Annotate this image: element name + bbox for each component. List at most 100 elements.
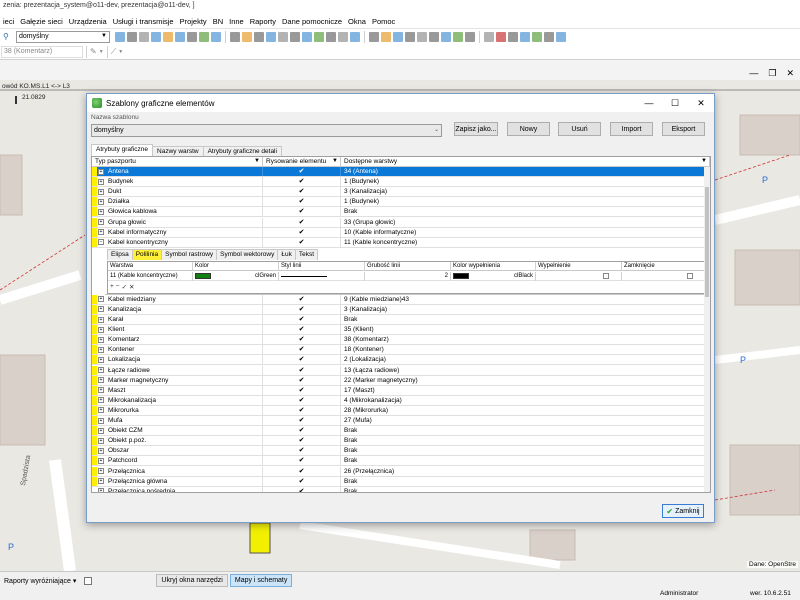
expand-icon[interactable]: + [98, 316, 104, 323]
reports-dropdown[interactable]: Raporty wyróżniające ▾ [0, 577, 80, 585]
expand-cell[interactable]: + [97, 436, 105, 445]
tool-icon[interactable] [242, 31, 252, 42]
table-row[interactable]: + Obiekt CZM ✔ Brak [92, 426, 710, 437]
checkbox-icon[interactable] [603, 273, 609, 280]
draw-checkbox[interactable]: ✔ [263, 345, 341, 355]
expand-cell[interactable]: + [97, 315, 105, 324]
tool-icon[interactable] [465, 31, 475, 42]
draw-checkbox[interactable]: ✔ [263, 237, 341, 247]
save-as-button[interactable]: Zapisz jako... [454, 122, 498, 136]
table-row[interactable]: + Mikrokanalizacja ✔ 4 (Mikrokanalizacja) [92, 395, 710, 406]
expand-icon[interactable]: + [98, 296, 104, 303]
expand-icon[interactable]: + [98, 356, 104, 363]
expand-cell[interactable]: + [97, 406, 105, 415]
layer-cell[interactable]: 1 (Budynek) [341, 177, 710, 186]
checkbox-icon[interactable] [687, 273, 693, 280]
table-row[interactable]: + Kontener ✔ 18 (Kontener) [92, 345, 710, 356]
restore-icon[interactable]: ❐ [768, 68, 776, 79]
tool-icon[interactable] [230, 31, 240, 42]
expand-icon[interactable]: + [98, 336, 104, 343]
layer-cell[interactable]: Brak [341, 477, 710, 486]
layer-cell[interactable]: 35 (Klient) [341, 325, 710, 334]
detail-tab-3[interactable]: Symbol wektorowy [216, 248, 279, 260]
layer-cell[interactable]: Brak [341, 456, 710, 465]
layer-combo[interactable]: 38 (Komentarz) [1, 45, 83, 58]
expand-cell[interactable]: + [97, 366, 105, 375]
line-icon[interactable]: ⟋ [111, 47, 117, 57]
tool-icon[interactable] [520, 31, 530, 42]
column-header-type[interactable]: Typ paszportu ▼ [92, 157, 263, 167]
tool-icon[interactable] [175, 31, 185, 42]
confirm-icon[interactable]: ✓ [122, 283, 127, 291]
layer-cell[interactable]: 3 (Kanalizacja) [341, 305, 710, 314]
menu-item-3[interactable]: Usługi i transmisje [110, 17, 177, 26]
draw-checkbox[interactable]: ✔ [263, 207, 341, 217]
menu-item-5[interactable]: BN [210, 17, 226, 26]
detail-column-header-3[interactable]: Grubość linii [365, 261, 451, 271]
expand-cell[interactable]: + [97, 386, 105, 395]
expand-icon[interactable]: + [98, 478, 104, 485]
layer-cell[interactable]: 26 (Przełącznica) [341, 467, 710, 476]
table-row[interactable]: + Głowica kablowa ✔ Brak [92, 207, 710, 218]
expand-cell[interactable]: + [97, 177, 105, 186]
cancel-icon[interactable]: ✕ [129, 283, 134, 291]
tool-icon[interactable] [127, 31, 137, 42]
expand-cell[interactable]: + [97, 218, 105, 227]
tool-icon[interactable] [151, 31, 161, 42]
layer-cell[interactable]: 10 (Kable informatyczne) [341, 228, 710, 237]
tool-icon[interactable] [314, 31, 324, 42]
layer-cell[interactable]: Brak [341, 207, 710, 216]
draw-checkbox[interactable]: ✔ [263, 365, 341, 375]
table-row[interactable]: + Patchcord ✔ Brak [92, 456, 710, 467]
checkbox-icon[interactable] [84, 576, 93, 585]
expand-cell[interactable]: + [97, 207, 105, 216]
expand-cell[interactable]: + [97, 416, 105, 425]
draw-checkbox[interactable]: ✔ [263, 304, 341, 314]
table-row[interactable]: + Przełącznica ✔ 26 (Przełącznica) [92, 466, 710, 477]
detail-tab-2[interactable]: Symbol rastrowy [161, 248, 218, 260]
tool-icon[interactable] [211, 31, 221, 42]
expand-icon[interactable]: + [98, 397, 104, 404]
draw-checkbox[interactable]: ✔ [263, 167, 341, 177]
expand-icon[interactable]: + [98, 229, 104, 236]
draw-checkbox[interactable]: ✔ [263, 416, 341, 426]
draw-checkbox[interactable]: ✔ [263, 486, 341, 492]
draw-checkbox[interactable]: ✔ [263, 456, 341, 466]
table-row[interactable]: + Kabel informatyczny ✔ 10 (Kable informaty… [92, 227, 710, 238]
layer-cell[interactable]: 28 (Mikrorurka) [341, 406, 710, 415]
table-row[interactable]: + Łącze radiowe ✔ 13 (Łącza radiowe) [92, 365, 710, 376]
expand-icon[interactable]: + [98, 306, 104, 313]
detail-tab-5[interactable]: Tekst [294, 248, 319, 260]
tool-icon[interactable] [278, 31, 288, 42]
table-row[interactable]: + Karał ✔ Brak [92, 315, 710, 326]
table-row[interactable]: + Przełącznica pośrednia ✔ Brak [92, 486, 710, 492]
table-row[interactable]: + Mufa ✔ 27 (Mufa) [92, 416, 710, 427]
layer-cell[interactable]: 38 (Komentarz) [341, 335, 710, 344]
expand-icon[interactable]: + [98, 377, 104, 384]
template-name-combo[interactable]: domyślny ⌄ [91, 124, 442, 137]
expand-icon[interactable]: + [98, 457, 104, 464]
draw-checkbox[interactable]: ✔ [263, 197, 341, 207]
layer-cell[interactable]: Brak [341, 426, 710, 435]
close-icon[interactable]: ✕ [688, 94, 714, 112]
expand-cell[interactable]: + [97, 325, 105, 334]
minimize-icon[interactable]: — [749, 68, 758, 79]
tool-icon[interactable] [139, 31, 149, 42]
tool-icon[interactable] [266, 31, 276, 42]
detail-column-header-2[interactable]: Styl linii [279, 261, 365, 271]
detail-line-style-cell[interactable] [279, 271, 365, 281]
draw-checkbox[interactable]: ✔ [263, 466, 341, 476]
expand-icon[interactable]: + [98, 468, 104, 475]
draw-checkbox[interactable]: ✔ [263, 446, 341, 456]
table-row[interactable]: + Dukt ✔ 3 (Kanalizacja) [92, 187, 710, 198]
tool-icon[interactable] [544, 31, 554, 42]
detail-tab-0[interactable]: Elipsa [107, 248, 133, 260]
draw-checkbox[interactable]: ✔ [263, 294, 341, 304]
template-combo[interactable]: domyślny ▼ [16, 30, 110, 43]
tool-icon[interactable] [199, 31, 209, 42]
layer-cell[interactable]: 27 (Mufa) [341, 416, 710, 425]
expand-cell[interactable]: + [97, 295, 105, 304]
menu-item-9[interactable]: Okna [345, 17, 369, 26]
draw-checkbox[interactable]: ✔ [263, 335, 341, 345]
minimize-icon[interactable]: — [636, 94, 662, 112]
